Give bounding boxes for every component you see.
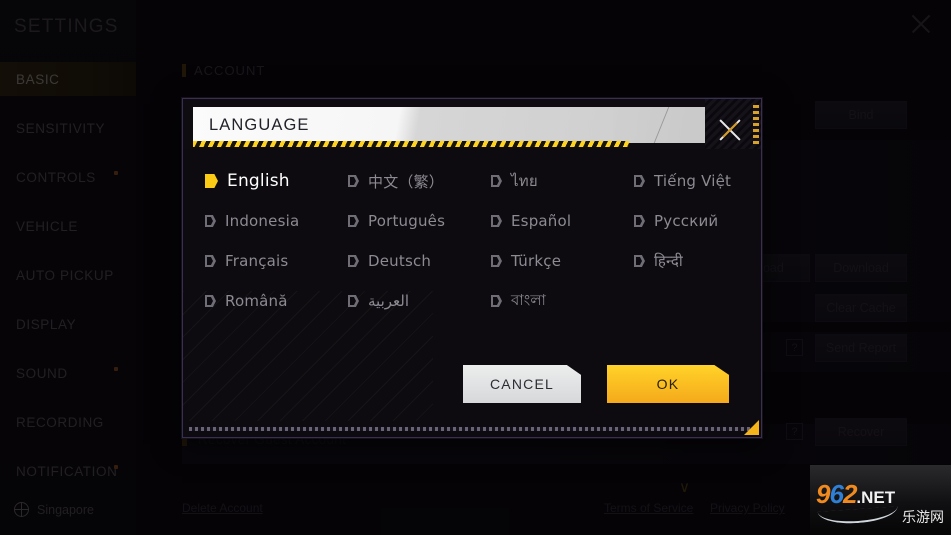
language-option[interactable]: 中文（繁） [348, 171, 491, 192]
unselected-marker-icon [348, 255, 359, 267]
unselected-marker-icon [491, 175, 502, 187]
language-option[interactable]: Русский [634, 212, 735, 230]
ok-button[interactable]: OK [607, 365, 729, 403]
close-icon[interactable] [713, 113, 747, 147]
language-label: 中文（繁） [368, 172, 445, 191]
unselected-marker-icon [491, 215, 502, 227]
unselected-marker-icon [205, 295, 216, 307]
language-label: বাংলা [511, 290, 547, 309]
language-option[interactable]: বাংলা [491, 289, 634, 314]
unselected-marker-icon [634, 175, 645, 187]
language-row: Indonesia Português Español Русский [205, 201, 735, 241]
watermark-swoosh [817, 506, 899, 526]
unselected-marker-icon [205, 255, 216, 267]
language-option[interactable]: العربية [348, 292, 491, 310]
watermark-digit-2: 6 [829, 479, 844, 509]
dialog-body: English 中文（繁） ไทย Tiếng Việt Indonesia Portug… [183, 149, 761, 437]
language-label: English [227, 171, 290, 191]
language-label: العربية [368, 292, 409, 310]
language-dialog: LANGUAGE English 中文（繁） ไทย Tiếng Việt Indone… [182, 98, 762, 438]
watermark-text: 962.NET [816, 481, 895, 507]
cancel-button[interactable]: CANCEL [463, 365, 581, 403]
unselected-marker-icon [205, 215, 216, 227]
language-label: Français [225, 252, 289, 270]
dialog-title: LANGUAGE [209, 116, 310, 134]
language-option[interactable]: Română [205, 292, 348, 310]
language-option[interactable]: ไทย [491, 169, 634, 193]
language-label: Español [511, 212, 572, 230]
language-option[interactable]: Português [348, 212, 491, 230]
language-option[interactable]: Tiếng Việt [634, 172, 735, 190]
dialog-header-facet [613, 107, 705, 143]
unselected-marker-icon [634, 215, 645, 227]
site-watermark: 962.NET 乐游网 [810, 465, 951, 535]
dialog-corner-accent [744, 420, 759, 435]
language-label: Indonesia [225, 212, 300, 230]
watermark-suffix: .NET [856, 488, 896, 507]
unselected-marker-icon [491, 255, 502, 267]
unselected-marker-icon [348, 175, 359, 187]
language-option[interactable]: Français [205, 252, 348, 270]
unselected-marker-icon [491, 295, 502, 307]
language-option[interactable]: हिन्दी [634, 251, 735, 271]
unselected-marker-icon [348, 215, 359, 227]
watermark-digit-3: 2 [842, 479, 858, 509]
language-label: Tiếng Việt [654, 172, 732, 190]
language-label: Русский [654, 212, 719, 230]
dialog-actions: CANCEL OK [463, 365, 729, 403]
language-label: Deutsch [368, 252, 432, 270]
dialog-hazard-stripe [193, 141, 629, 147]
language-row: English 中文（繁） ไทย Tiếng Việt [205, 161, 735, 201]
language-option[interactable]: Türkçe [491, 252, 634, 270]
language-label: ไทย [511, 172, 538, 190]
language-option[interactable]: Deutsch [348, 252, 491, 270]
unselected-marker-icon [634, 255, 645, 267]
watermark-subtitle: 乐游网 [902, 510, 944, 526]
language-label: हिन्दी [654, 252, 683, 270]
language-label: Română [225, 292, 288, 310]
language-label: Português [368, 212, 446, 230]
dialog-bottom-border [189, 427, 755, 431]
language-label: Türkçe [511, 252, 562, 270]
selected-marker-icon [205, 174, 218, 188]
language-row: Français Deutsch Türkçe हिन्दी [205, 241, 735, 281]
watermark-digit-1: 9 [816, 479, 831, 509]
language-option[interactable]: English [205, 171, 348, 191]
language-option[interactable]: Español [491, 212, 634, 230]
unselected-marker-icon [348, 295, 359, 307]
language-row: Română العربية বাংলা [205, 281, 735, 321]
language-grid: English 中文（繁） ไทย Tiếng Việt Indonesia Portug… [205, 161, 735, 321]
dialog-right-stripe [753, 105, 759, 145]
language-option[interactable]: Indonesia [205, 212, 348, 230]
